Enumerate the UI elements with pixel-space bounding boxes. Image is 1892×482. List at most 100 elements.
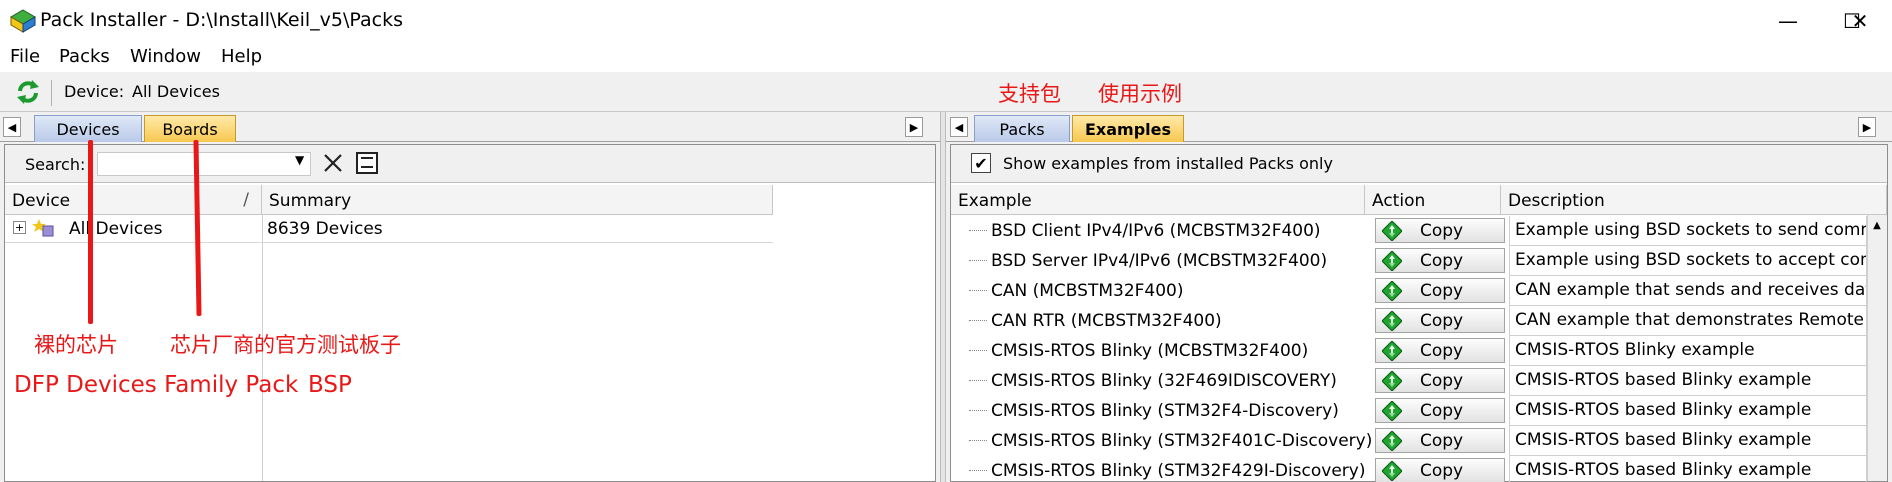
example-name: CMSIS-RTOS Blinky (32F469IDISCOVERY) (991, 371, 1337, 391)
copy-button[interactable]: Copy (1375, 368, 1505, 393)
example-name: BSD Client IPv4/IPv6 (MCBSTM32F400) (991, 221, 1321, 241)
table-row[interactable]: CAN (MCBSTM32F400) Copy CAN example that s… (951, 276, 1887, 306)
table-row[interactable]: CAN RTR (MCBSTM32F400) Copy CAN example th… (951, 306, 1887, 336)
copy-icon (1382, 220, 1402, 241)
copy-icon (1382, 250, 1402, 271)
example-description: CMSIS-RTOS based Blinky example (1509, 426, 1867, 456)
tab-packs[interactable]: Packs (974, 115, 1070, 142)
copy-button[interactable]: Copy (1375, 308, 1505, 333)
copy-button[interactable]: Copy (1375, 458, 1505, 482)
installed-only-label: Show examples from installed Packs only (1003, 154, 1333, 173)
annotation-packs: 支持包 (998, 82, 1061, 106)
table-row[interactable]: BSD Client IPv4/IPv6 (MCBSTM32F400) Copy E… (951, 216, 1887, 246)
minimize-icon: — (1778, 9, 1798, 33)
annotation-vendor-board: 芯片厂商的官方测试板子 (170, 333, 401, 357)
tree-line (969, 380, 987, 381)
example-description: CAN example that demonstrates Remote Tra (1509, 306, 1867, 336)
tab-boards-label: Boards (162, 119, 218, 139)
example-name: CMSIS-RTOS Blinky (STM32F429I-Discovery) (991, 461, 1366, 481)
example-description: CMSIS-RTOS based Blinky example (1509, 456, 1867, 482)
column-header-example-label: Example (958, 191, 1032, 211)
copy-icon (1382, 340, 1402, 361)
copy-button-label: Copy (1420, 430, 1464, 451)
column-header-action[interactable]: Action (1365, 185, 1501, 215)
tree-line (969, 230, 987, 231)
close-icon: ✕ (1851, 9, 1869, 33)
table-row[interactable]: CMSIS-RTOS Blinky (STM32F429I-Discovery)… (951, 456, 1887, 482)
collapse-all-icon[interactable] (355, 151, 379, 175)
menu-file[interactable]: File (10, 46, 40, 67)
tab-boards[interactable]: Boards (144, 115, 236, 142)
column-header-device-label: Device (12, 191, 71, 211)
annotation-bare-chip: 裸的芯片 (34, 333, 118, 357)
copy-button-label: Copy (1420, 340, 1464, 361)
search-label: Search: (25, 155, 86, 174)
copy-icon (1382, 430, 1402, 451)
device-summary: 8639 Devices (267, 219, 383, 239)
table-row[interactable]: CMSIS-RTOS Blinky (STM32F4-Discovery) Cop… (951, 396, 1887, 426)
table-row[interactable]: BSD Server IPv4/IPv6 (MCBSTM32F400) Copy E… (951, 246, 1887, 276)
toolbar: Device: All Devices (0, 72, 1892, 112)
column-header-example[interactable]: Example (951, 185, 1365, 215)
tab-devices[interactable]: Devices (34, 115, 142, 142)
tab-scroll-right-button[interactable]: ▶ (905, 117, 923, 137)
scroll-up-icon[interactable]: ▲ (1867, 215, 1887, 235)
search-input[interactable] (97, 152, 311, 176)
example-description: CAN example that sends and receives data… (1509, 276, 1867, 306)
copy-button-label: Copy (1420, 400, 1464, 421)
tree-line (969, 440, 987, 441)
column-header-description[interactable]: Description (1501, 185, 1887, 215)
copy-button[interactable]: Copy (1375, 428, 1505, 453)
devices-panel: ◀ Devices Boards ▶ Search: ▼ Device / Su… (0, 112, 940, 482)
copy-button-label: Copy (1420, 250, 1464, 271)
example-description: CMSIS-RTOS based Blinky example (1509, 396, 1867, 426)
copy-icon (1382, 280, 1402, 301)
tree-line (969, 470, 987, 471)
close-button[interactable]: ✕ (1828, 0, 1892, 42)
installed-only-checkbox[interactable]: ✔ (971, 153, 991, 173)
search-dropdown-icon[interactable]: ▼ (295, 153, 304, 167)
copy-button[interactable]: Copy (1375, 278, 1505, 303)
copy-button[interactable]: Copy (1375, 338, 1505, 363)
copy-button-label: Copy (1420, 310, 1464, 331)
table-row[interactable]: + All Devices 8639 Devices (5, 215, 773, 243)
copy-button[interactable]: Copy (1375, 398, 1505, 423)
copy-button[interactable]: Copy (1375, 248, 1505, 273)
copy-button-label: Copy (1420, 460, 1464, 481)
tree-line (969, 290, 987, 291)
tab-scroll-left-button[interactable]: ◀ (950, 117, 968, 137)
column-header-action-label: Action (1372, 191, 1426, 211)
annotation-bsp: BSP (308, 372, 352, 398)
tab-examples-label: Examples (1084, 119, 1172, 139)
refresh-icon[interactable] (14, 78, 42, 106)
tab-examples[interactable]: Examples (1072, 115, 1184, 142)
tab-scroll-left-button[interactable]: ◀ (3, 117, 21, 137)
minimize-button[interactable]: — (1756, 0, 1820, 42)
tab-devices-label: Devices (56, 119, 120, 139)
expand-icon[interactable]: + (13, 221, 26, 234)
menu-help[interactable]: Help (221, 46, 262, 67)
example-name: CAN (MCBSTM32F400) (991, 281, 1184, 301)
copy-button[interactable]: Copy (1375, 218, 1505, 243)
device-value: All Devices (132, 82, 220, 101)
example-description: Example using BSD sockets to accept comm (1509, 246, 1867, 276)
table-row[interactable]: CMSIS-RTOS Blinky (MCBSTM32F400) Copy CMSI… (951, 336, 1887, 366)
menu-packs[interactable]: Packs (59, 46, 110, 67)
pack-installer-icon (10, 9, 36, 33)
tab-scroll-right-button[interactable]: ▶ (1858, 117, 1876, 137)
table-row[interactable]: CMSIS-RTOS Blinky (STM32F401C-Discovery)… (951, 426, 1887, 456)
column-header-device[interactable]: Device / (5, 185, 262, 215)
menu-window[interactable]: Window (130, 46, 201, 67)
annotation-arrow-devices (88, 140, 93, 324)
vertical-scrollbar[interactable]: ▲ (1867, 215, 1887, 481)
tab-packs-label: Packs (999, 119, 1045, 139)
column-header-summary[interactable]: Summary (262, 185, 773, 215)
annotation-dfp: DFP Devices Family Pack (14, 372, 299, 398)
example-description: CMSIS-RTOS Blinky example (1509, 336, 1867, 366)
example-name: CMSIS-RTOS Blinky (STM32F401C-Discovery) (991, 431, 1373, 451)
tree-line (969, 350, 987, 351)
table-row[interactable]: CMSIS-RTOS Blinky (32F469IDISCOVERY) Copy… (951, 366, 1887, 396)
clear-search-icon[interactable] (321, 151, 345, 175)
example-name: CAN RTR (MCBSTM32F400) (991, 311, 1222, 331)
copy-icon (1382, 310, 1402, 331)
